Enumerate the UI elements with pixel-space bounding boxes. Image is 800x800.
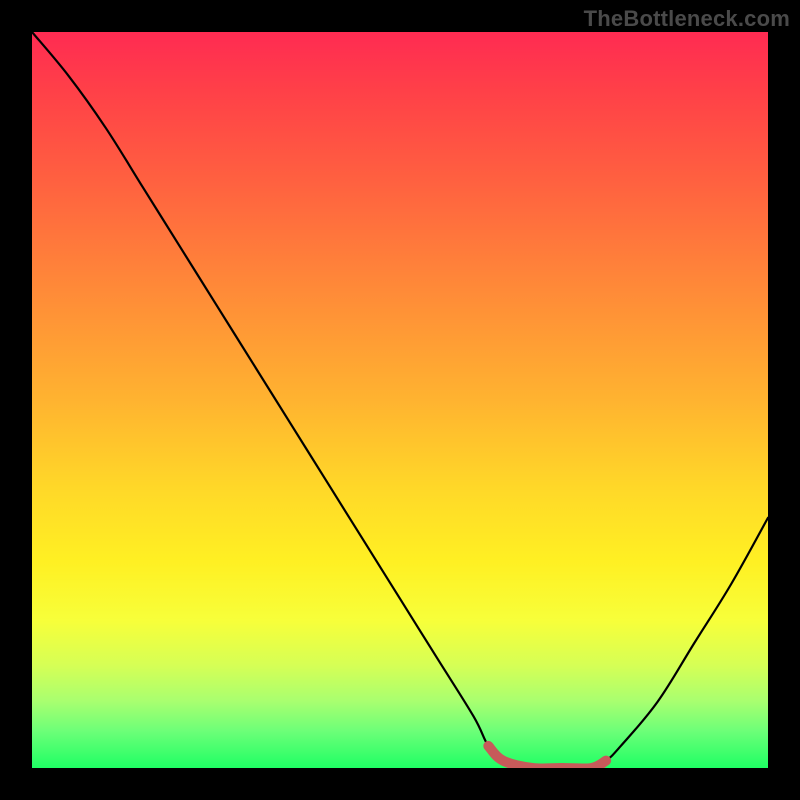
bottleneck-highlight bbox=[488, 746, 606, 768]
curve-line bbox=[32, 32, 768, 768]
watermark-text: TheBottleneck.com bbox=[584, 6, 790, 32]
chart-overlay bbox=[32, 32, 768, 768]
chart-canvas: TheBottleneck.com bbox=[0, 0, 800, 800]
plot-area bbox=[32, 32, 768, 768]
